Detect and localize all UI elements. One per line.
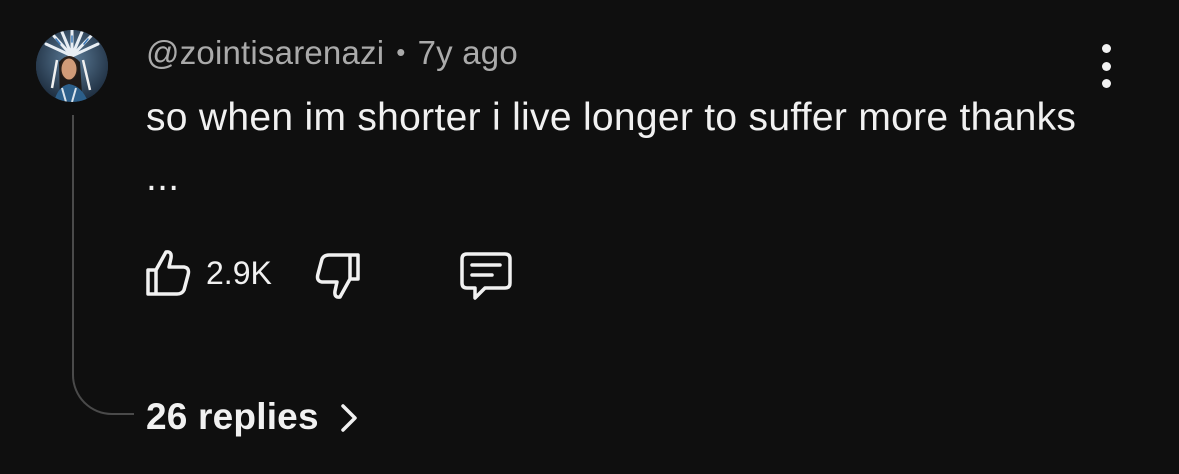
chevron-right-icon [340,404,357,432]
comment-meta: @zointisarenazi • 7y ago [146,34,518,72]
comment-thread: @zointisarenazi • 7y ago so when im shorte… [0,0,1179,474]
dislike-button[interactable] [314,251,362,301]
like-count: 2.9K [206,255,272,291]
comment-text: so when im shorter i live longer to suff… [146,96,1077,199]
reply-button[interactable] [459,251,513,303]
thumbs-down-icon [315,253,360,299]
replies-count-label: 26 replies [146,396,319,437]
comment-icon [460,252,512,300]
comment-timestamp[interactable]: 7y ago [418,34,518,71]
thumbs-up-icon [146,250,191,296]
view-replies-button[interactable]: 26 replies [146,392,359,442]
thread-connector-line [72,115,134,415]
more-vertical-icon [1101,44,1111,53]
avatar-image [36,30,108,102]
more-options-button[interactable] [1086,44,1126,88]
author-handle[interactable]: @zointisarenazi [146,34,384,71]
like-button[interactable] [144,248,192,298]
meta-separator: • [396,37,406,67]
avatar[interactable] [36,30,108,102]
